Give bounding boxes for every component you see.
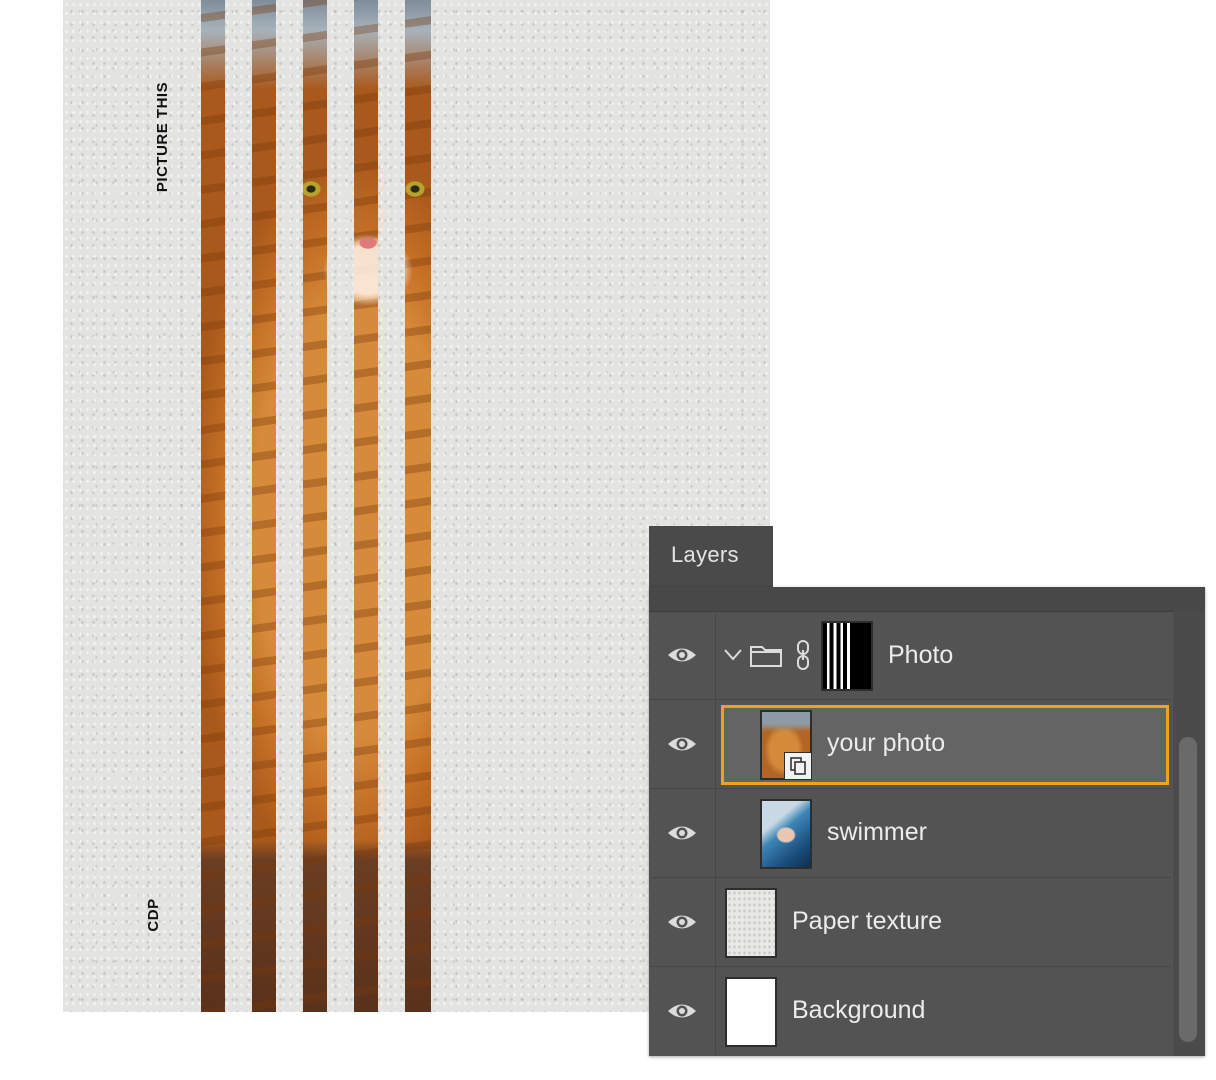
layer-thumbnail[interactable] xyxy=(760,710,812,780)
photo-strip xyxy=(303,0,327,1012)
layer-row-your-photo[interactable]: your photo xyxy=(649,700,1171,789)
tab-layers-label: Layers xyxy=(671,542,739,567)
layer-mask-thumbnail[interactable] xyxy=(821,621,873,691)
eye-icon xyxy=(668,648,696,662)
layer-name: Photo xyxy=(888,641,954,669)
layer-row-background[interactable]: Background xyxy=(649,967,1171,1055)
layers-panel: Photo your photo swimmer Paper texture B… xyxy=(649,587,1205,1056)
layer-thumbnail[interactable] xyxy=(760,799,812,869)
smart-object-badge-icon xyxy=(784,752,812,780)
visibility-toggle[interactable] xyxy=(649,700,716,788)
visibility-toggle[interactable] xyxy=(649,967,716,1055)
chain-link-icon[interactable] xyxy=(795,639,811,671)
layer-name: Paper texture xyxy=(792,907,943,935)
layer-name: your photo xyxy=(827,729,946,757)
photo-strip xyxy=(252,0,276,1012)
layer-row-swimmer[interactable]: swimmer xyxy=(649,789,1171,878)
eye-icon xyxy=(668,737,696,751)
poster-title: PICTURE THIS xyxy=(154,81,171,193)
folder-icon xyxy=(750,646,782,667)
visibility-toggle[interactable] xyxy=(649,611,716,699)
photo-strip xyxy=(354,0,378,1012)
layer-thumbnail[interactable] xyxy=(725,888,777,958)
visibility-toggle[interactable] xyxy=(649,878,716,966)
eye-icon xyxy=(668,826,696,840)
layer-name: Background xyxy=(792,996,926,1024)
tab-layers[interactable]: Layers xyxy=(649,526,773,588)
photo-strip xyxy=(201,0,225,1012)
masked-cat-photo xyxy=(201,0,431,1012)
poster-footer: CDP xyxy=(145,898,162,932)
layers-panel-toolbar xyxy=(649,587,1205,612)
scrollbar-thumb[interactable] xyxy=(1179,737,1197,1042)
layer-name: swimmer xyxy=(827,818,927,846)
layer-thumbnail[interactable] xyxy=(725,977,777,1047)
visibility-toggle[interactable] xyxy=(649,789,716,877)
photo-strip xyxy=(405,0,431,1012)
layer-row-paper-texture[interactable]: Paper texture xyxy=(649,878,1171,967)
layer-row-photo[interactable]: Photo xyxy=(649,611,1171,700)
eye-icon xyxy=(668,915,696,929)
chevron-down-icon[interactable] xyxy=(723,648,743,662)
eye-icon xyxy=(668,1004,696,1018)
